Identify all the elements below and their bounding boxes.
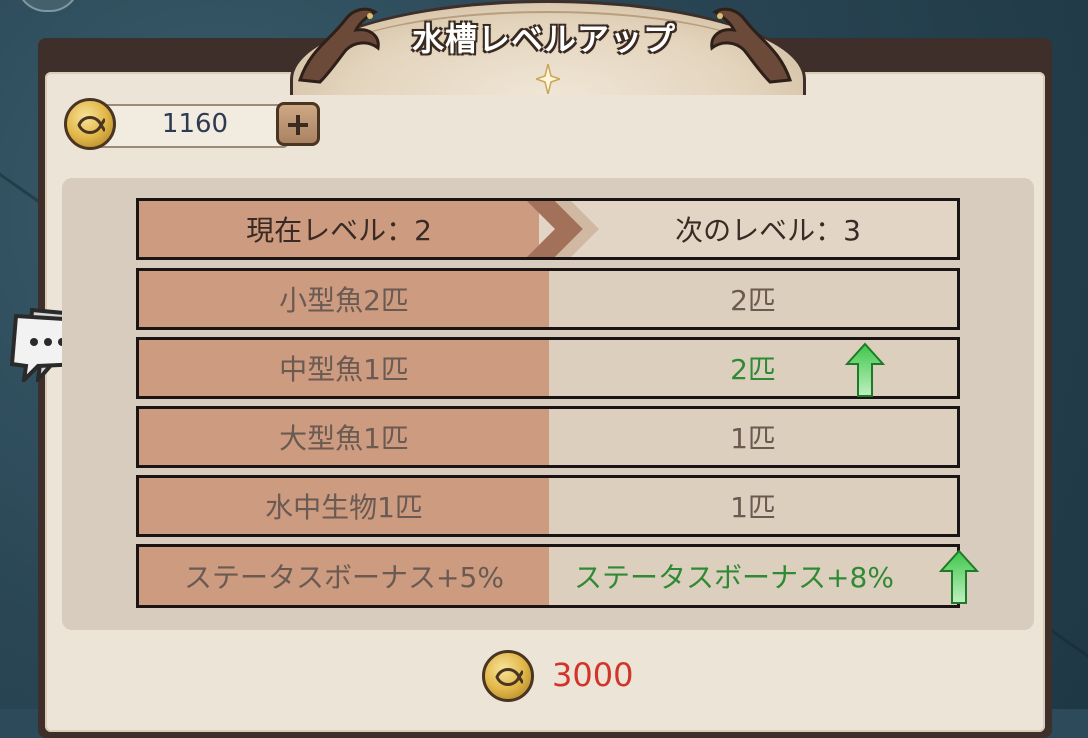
sparkle-icon	[536, 64, 560, 94]
next-value: 1匹	[730, 422, 776, 455]
up-arrow-icon	[939, 549, 979, 604]
up-arrow-icon	[845, 342, 885, 397]
dialog-title: 水槽レベルアップ	[411, 20, 676, 58]
next-value: 2匹	[730, 353, 776, 386]
table-row: 水中生物1匹 1匹	[136, 475, 960, 537]
table-row: 中型魚1匹 2匹	[136, 337, 960, 399]
current-value: 水中生物1匹	[265, 491, 423, 524]
current-value: 大型魚1匹	[279, 422, 409, 455]
next-value: 2匹	[730, 284, 776, 317]
current-value: 小型魚2匹	[279, 284, 409, 317]
add-currency-button[interactable]	[276, 102, 320, 146]
next-value: ステータスボーナス+8%	[574, 561, 894, 594]
level-header-row: 現在レベル：2 次のレベル：3	[136, 198, 960, 260]
next-level-label: 次のレベル：3	[675, 214, 861, 247]
currency-amount: 1160	[161, 109, 229, 139]
fish-coin-icon	[482, 650, 534, 702]
current-value: 中型魚1匹	[279, 353, 409, 386]
next-value: 1匹	[730, 491, 776, 524]
current-value: ステータスボーナス+5%	[184, 561, 504, 594]
table-row: ステータスボーナス+5% ステータスボーナス+8%	[136, 544, 979, 608]
fish-coin-icon	[64, 98, 116, 150]
current-level-label: 現在レベル：2	[246, 214, 432, 247]
upgrade-cost: 3000	[552, 656, 634, 694]
table-row: 大型魚1匹 1匹	[136, 406, 960, 468]
table-row: 小型魚2匹 2匹	[136, 268, 960, 330]
